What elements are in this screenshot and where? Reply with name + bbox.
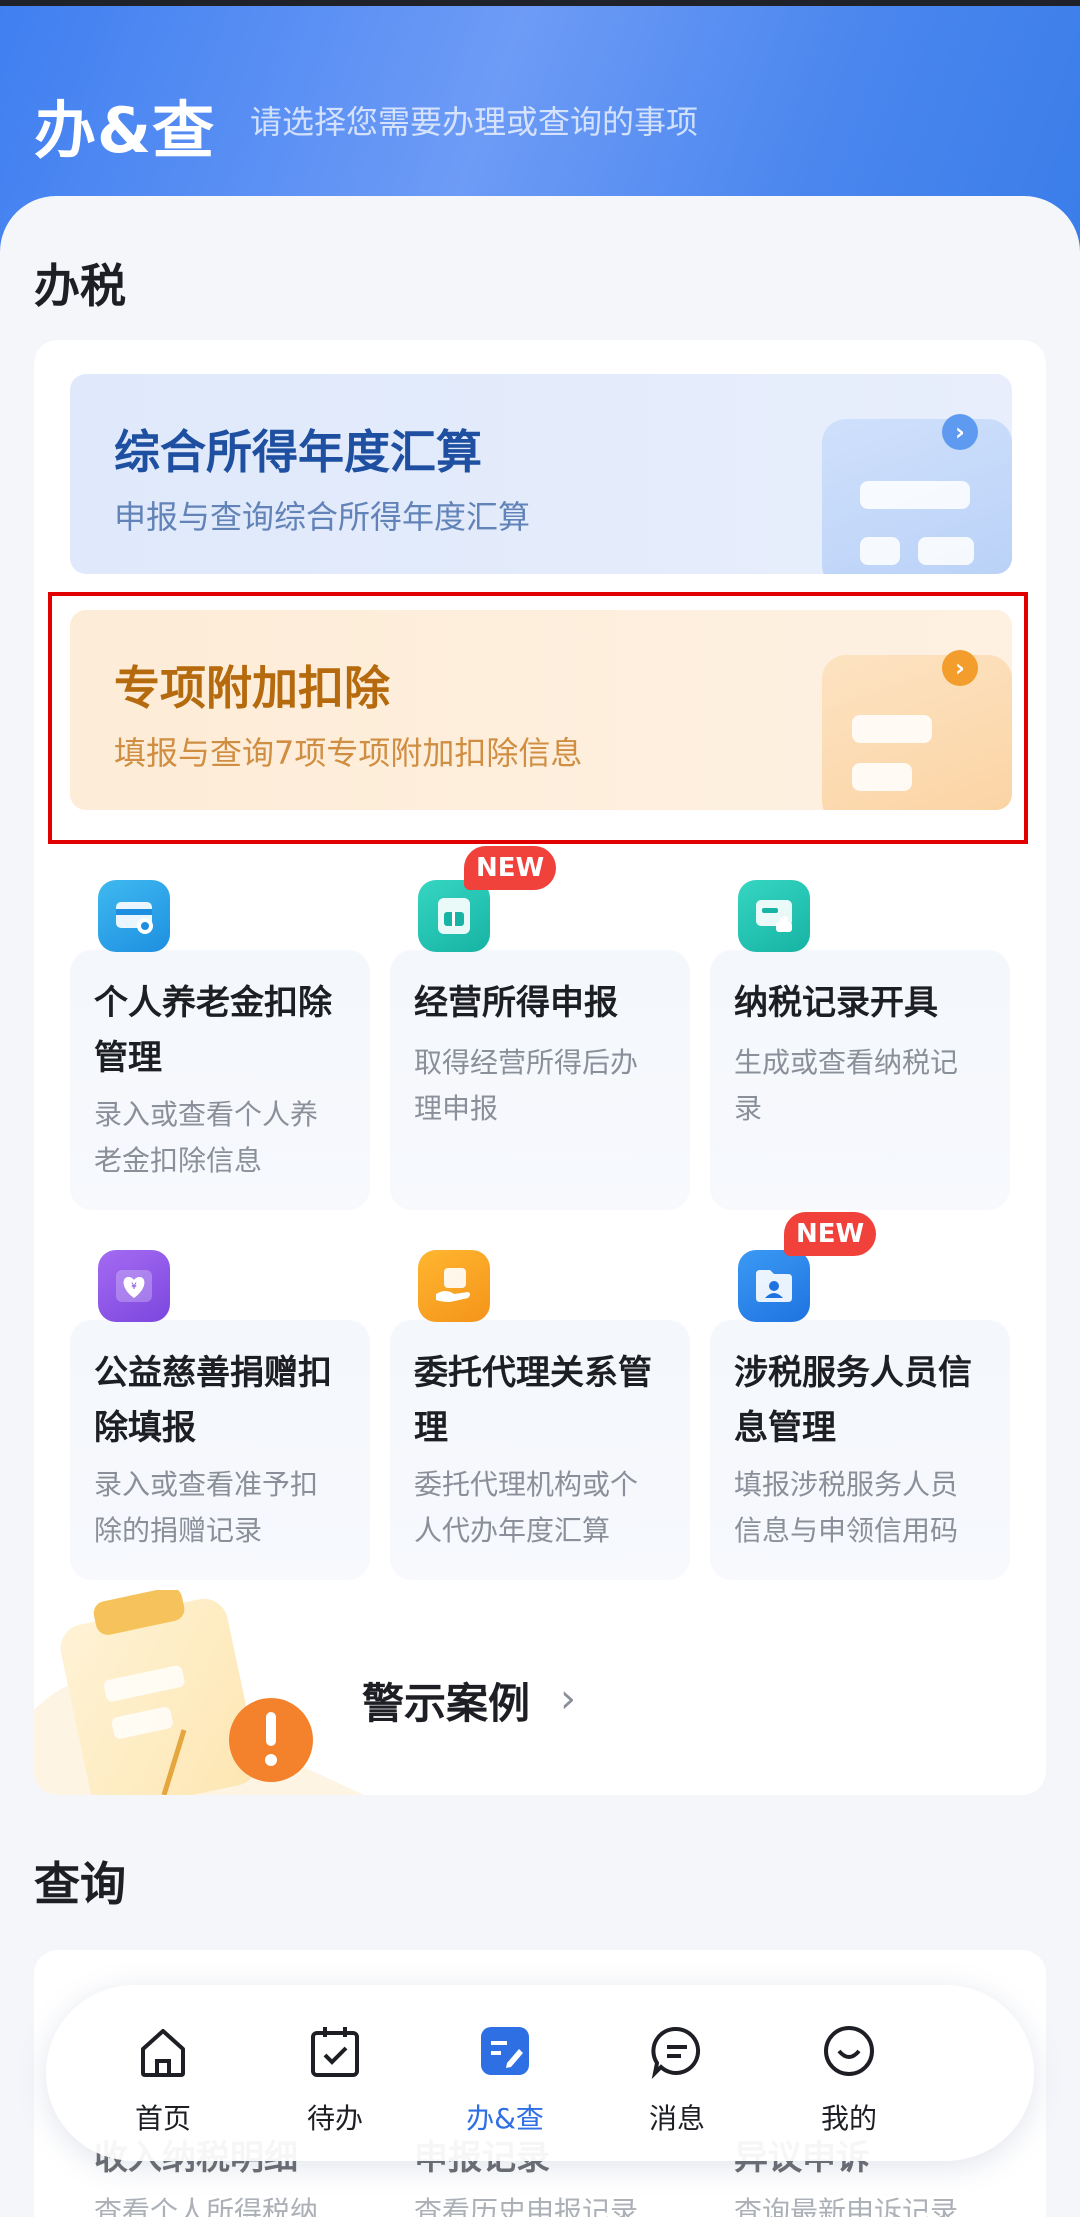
query-item-desc: 查询最新申诉记录 — [734, 2195, 959, 2217]
card-desc: 委托代理机构或个人代办年度汇算 — [414, 1468, 639, 1547]
page-subtitle: 请选择您需要办理或查询的事项 — [250, 103, 699, 141]
tab-home[interactable]: 首页 — [88, 1985, 238, 2161]
status-bar — [0, 0, 1080, 6]
chevron-right-icon: › — [560, 1676, 576, 1722]
tab-label: 我的 — [820, 2102, 877, 2135]
tax-record-card[interactable]: 纳税记录开具 生成或查看纳税记录 — [710, 950, 1010, 1210]
tax-service-staff-card[interactable]: 涉税服务人员信息管理 填报涉税服务人员信息与申领信用码 — [710, 1320, 1010, 1580]
tab-label: 消息 — [648, 2102, 705, 2135]
warning-cases-banner[interactable] — [34, 1590, 1046, 1795]
chevron-right-icon: › — [942, 414, 978, 450]
card-title: 委托代理关系管理 — [414, 1353, 652, 1448]
bottom-tab-bar: 首页 待办 办&查 消息 我的 — [46, 1985, 1034, 2161]
tab-mine[interactable]: 我的 — [774, 1985, 924, 2161]
stamp-icon — [738, 880, 810, 952]
section-title-query: 查询 — [34, 1857, 126, 1911]
tab-handle-query[interactable]: 办&查 — [430, 1985, 580, 2161]
query-item-desc: 查看个人所得税纳 — [94, 2195, 319, 2217]
tab-label: 首页 — [134, 2102, 191, 2135]
pension-deduction-card[interactable]: 个人养老金扣除管理 录入或查看个人养老金扣除信息 — [70, 950, 370, 1210]
banner-title: 综合所得年度汇算 — [114, 425, 482, 479]
svg-text:¥: ¥ — [131, 1282, 137, 1292]
agency-relation-card[interactable]: 委托代理关系管理 委托代理机构或个人代办年度汇算 — [390, 1320, 690, 1580]
section-title-tax: 办税 — [34, 259, 126, 313]
tasks-icon — [481, 2027, 529, 2075]
warning-clipboard-illustration — [34, 1590, 364, 1795]
warning-cases-label: 警示案例 — [362, 1679, 531, 1728]
card-title: 公益慈善捐赠扣除填报 — [94, 1353, 332, 1448]
smile-icon — [824, 2026, 874, 2076]
hand-document-icon — [418, 1250, 490, 1322]
highlight-box — [48, 592, 1028, 844]
card-desc: 填报涉税服务人员信息与申领信用码 — [734, 1468, 959, 1547]
business-income-card[interactable]: 经营所得申报 取得经营所得后办理申报 — [390, 950, 690, 1210]
tab-todo[interactable]: 待办 — [260, 1985, 410, 2161]
home-icon — [141, 2029, 185, 2077]
new-badge: NEW — [784, 1212, 877, 1256]
card-title: 涉税服务人员信息管理 — [734, 1353, 972, 1448]
person-folder-icon — [738, 1250, 810, 1322]
card-icon — [98, 880, 170, 952]
tab-label: 办&查 — [466, 2102, 544, 2135]
annual-settlement-banner[interactable]: 综合所得年度汇算 申报与查询综合所得年度汇算 › — [70, 374, 1012, 574]
card-desc: 录入或查看个人养老金扣除信息 — [94, 1098, 319, 1177]
banner-desc: 申报与查询综合所得年度汇算 — [114, 498, 531, 536]
page-title: 办&查 — [34, 94, 216, 167]
card-desc: 生成或查看纳税记录 — [734, 1046, 959, 1125]
card-title: 纳税记录开具 — [734, 983, 938, 1023]
document-icon — [418, 880, 490, 952]
calculator-illustration — [822, 419, 1012, 574]
tab-messages[interactable]: 消息 — [602, 1985, 752, 2161]
calendar-check-icon — [311, 2027, 359, 2077]
card-title: 个人养老金扣除管理 — [94, 983, 332, 1078]
charity-icon: ¥ — [98, 1250, 170, 1322]
charity-donation-card[interactable]: 公益慈善捐赠扣除填报 录入或查看准予扣除的捐赠记录 — [70, 1320, 370, 1580]
card-desc: 录入或查看准予扣除的捐赠记录 — [94, 1468, 319, 1547]
card-desc: 取得经营所得后办理申报 — [414, 1046, 639, 1125]
new-badge: NEW — [464, 846, 557, 890]
query-item-desc: 查看历史申报记录 — [414, 2195, 639, 2217]
tab-label: 待办 — [306, 2102, 363, 2135]
message-icon — [651, 2026, 701, 2080]
card-title: 经营所得申报 — [414, 983, 618, 1023]
